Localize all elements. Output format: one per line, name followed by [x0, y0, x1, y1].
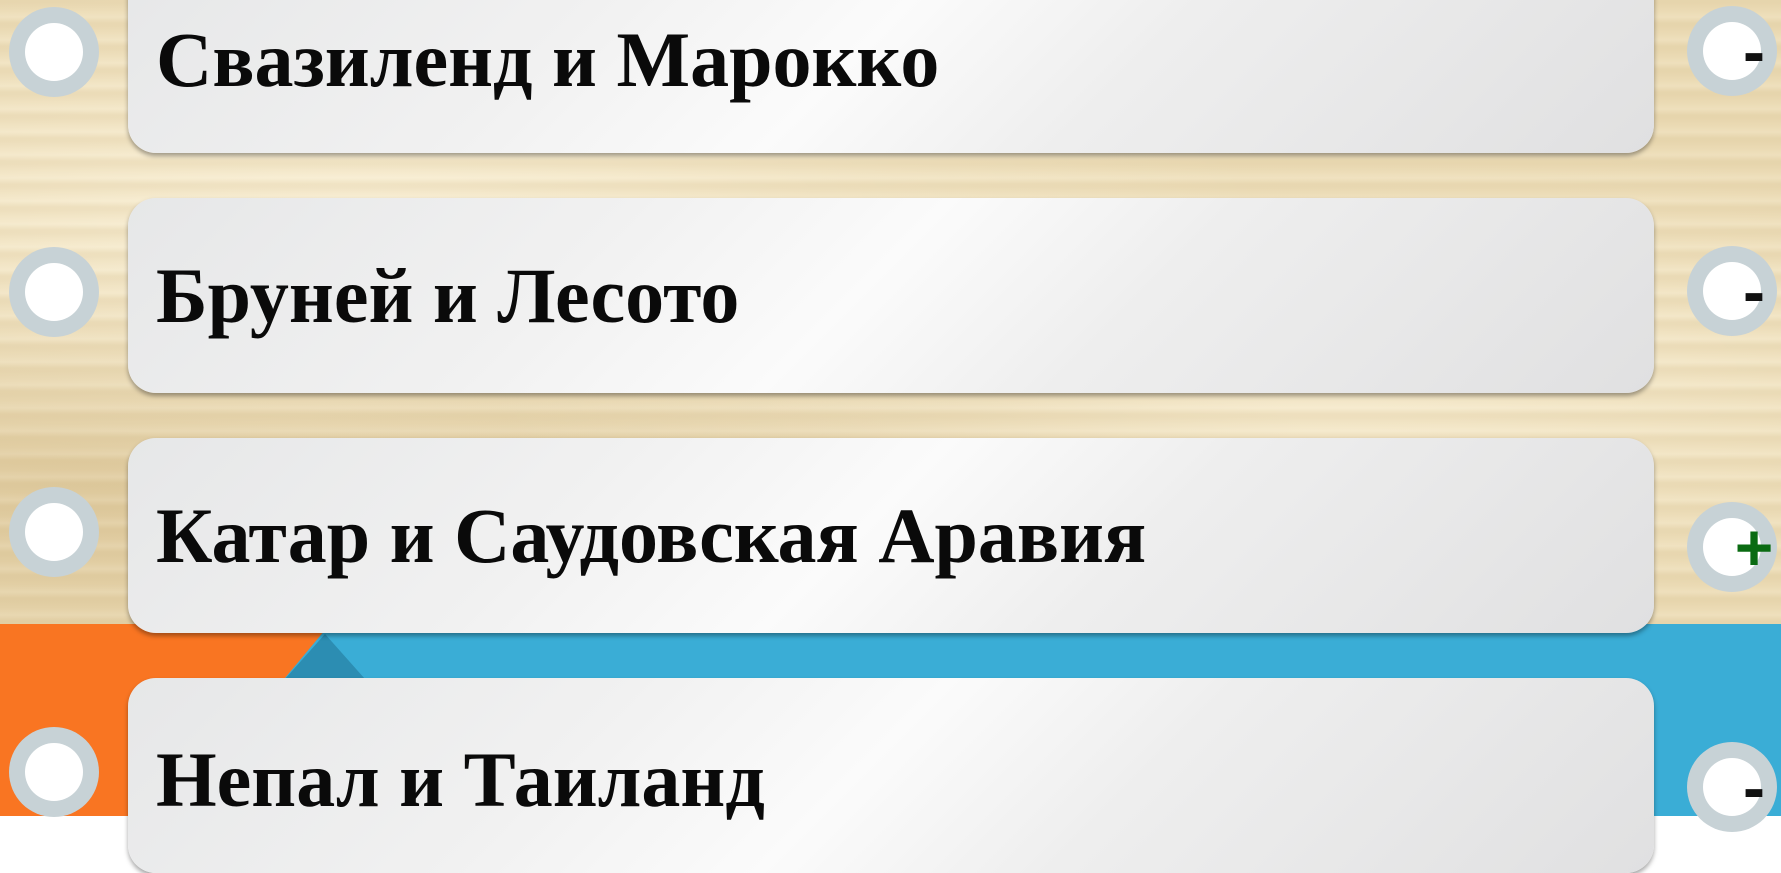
answer-option-2[interactable]: Бруней и Лесото: [128, 198, 1654, 393]
answer-option-3-mark: +: [1687, 502, 1781, 596]
answer-option-2-radio[interactable]: [9, 247, 99, 337]
radio-circle-icon: [25, 743, 83, 801]
background-triangle-accent: [285, 634, 365, 679]
answer-option-label: Непал и Таиланд: [156, 736, 765, 823]
answer-option-3[interactable]: Катар и Саудовская Аравия: [128, 438, 1654, 633]
minus-icon: -: [1743, 254, 1765, 328]
answer-option-3-radio[interactable]: [9, 487, 99, 577]
answer-option-1-radio[interactable]: [9, 7, 99, 97]
answer-option-4[interactable]: Непал и Таиланд: [128, 678, 1654, 873]
plus-icon: +: [1734, 510, 1774, 584]
radio-circle-icon: [25, 23, 83, 81]
minus-icon: -: [1743, 14, 1765, 88]
answer-option-1-mark: -: [1687, 6, 1781, 100]
answer-option-4-mark: -: [1687, 742, 1781, 836]
answer-option-1[interactable]: Свазиленд и Марокко: [128, 0, 1654, 153]
answer-option-label: Катар и Саудовская Аравия: [156, 491, 1147, 579]
radio-circle-icon: [25, 503, 83, 561]
radio-circle-icon: [25, 263, 83, 321]
answer-option-2-mark: -: [1687, 246, 1781, 340]
minus-icon: -: [1743, 750, 1765, 824]
answer-option-label: Свазиленд и Марокко: [156, 16, 940, 103]
answer-option-label: Бруней и Лесото: [156, 251, 740, 339]
answer-option-4-radio[interactable]: [9, 727, 99, 817]
